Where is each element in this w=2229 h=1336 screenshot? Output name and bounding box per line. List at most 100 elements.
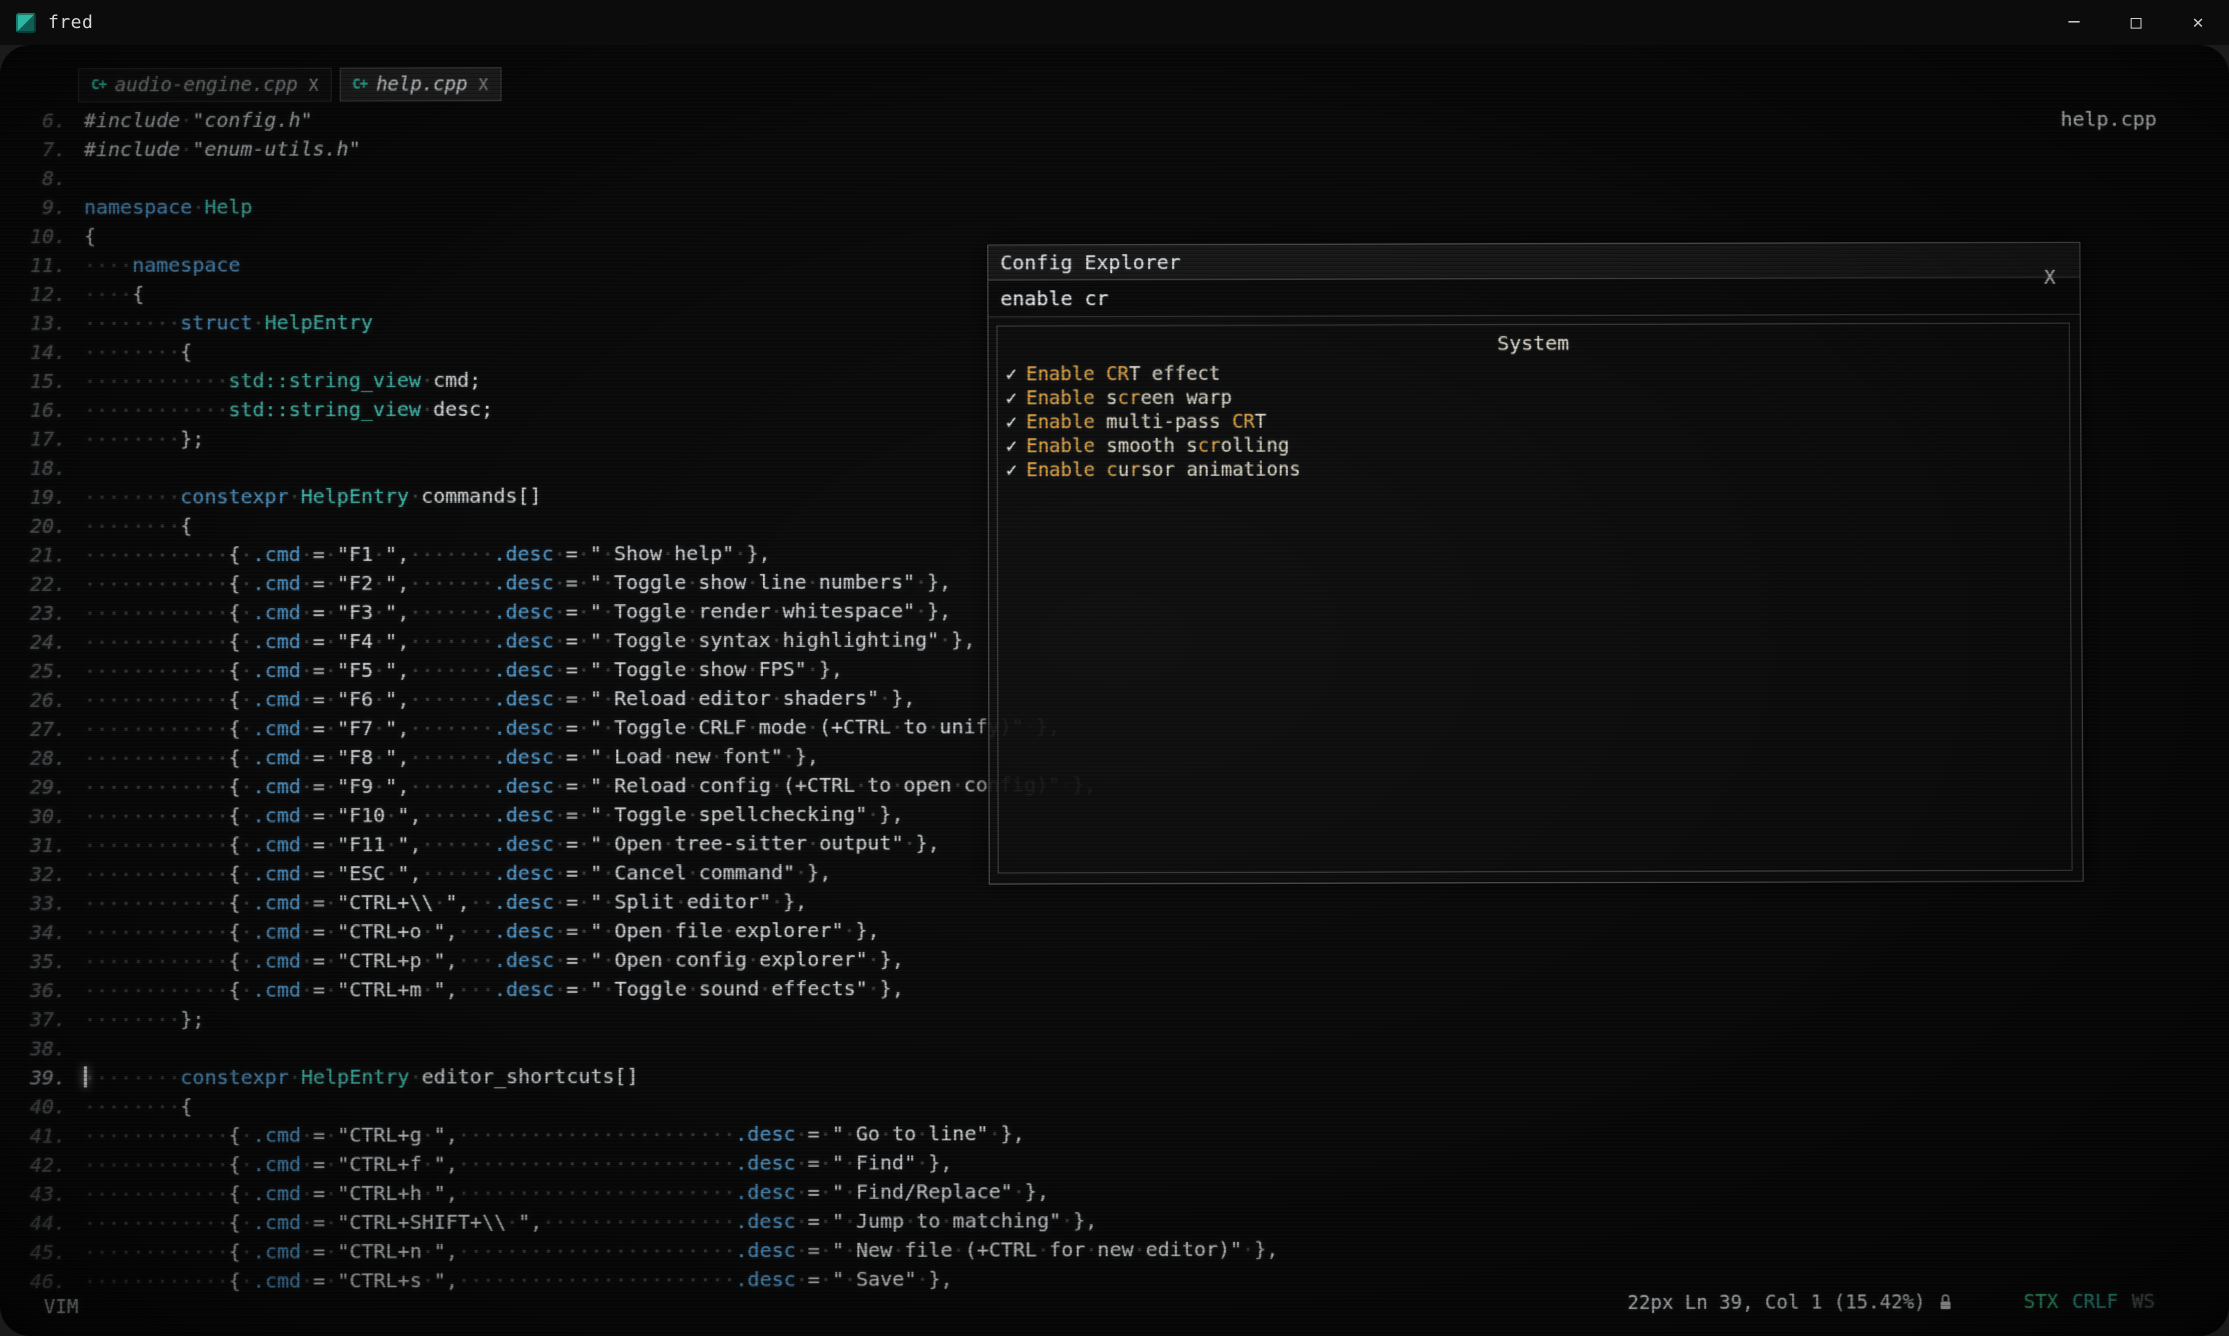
config-items: ✓Enable CRT effect✓Enable screen warp✓En…: [998, 360, 2070, 483]
tab-help.cpp[interactable]: C+ help.cpp X: [339, 67, 501, 101]
line-number: 15.: [18, 367, 66, 396]
status-flag-crlf: CRLF: [2072, 1291, 2118, 1313]
line-code: ········};: [84, 1005, 205, 1034]
line-number: 41.: [18, 1122, 66, 1151]
line-number: 6.: [18, 106, 66, 135]
line-number: 43.: [18, 1180, 66, 1209]
line-number: 7.: [18, 135, 66, 164]
config-search-input[interactable]: enable cr: [988, 278, 2079, 318]
config-item-text: een warp: [1140, 387, 1232, 409]
line-number: 17.: [18, 425, 66, 454]
maximize-button[interactable]: □: [2105, 0, 2167, 45]
line-code: ············{·.cmd·=·"F7·",·······.desc·…: [84, 712, 1060, 744]
line-number: 38.: [18, 1034, 66, 1063]
tab-close-icon[interactable]: X: [309, 75, 319, 94]
line-code: ············{·.cmd·=·"F1·",·······.desc·…: [84, 539, 771, 570]
config-item-text: cr: [1198, 435, 1221, 457]
line-number: 14.: [18, 338, 66, 367]
config-item-text: [1095, 363, 1107, 385]
line-number: 16.: [18, 396, 66, 425]
checkbox-checked-icon: ✓: [1006, 363, 1017, 385]
line-number: 42.: [18, 1151, 66, 1180]
close-button[interactable]: ✕: [2167, 0, 2229, 45]
line-number: 22.: [18, 570, 66, 599]
line-code: ············{·.cmd·=·"F4·",·······.desc·…: [84, 625, 975, 656]
line-code: ········constexpr·HelpEntry·editor_short…: [84, 1062, 639, 1093]
config-item-text: CR: [1232, 411, 1255, 433]
checkbox-checked-icon: ✓: [1006, 435, 1018, 457]
line-code: ············{·.cmd·=·"F3·",·······.desc·…: [84, 596, 951, 627]
config-item-text: multi-pass: [1095, 411, 1232, 433]
status-flags: STX CRLF WS: [2010, 1291, 2155, 1313]
config-item-text: Enable: [1026, 411, 1095, 433]
config-item-text: olling: [1221, 435, 1290, 457]
line-number: 24.: [18, 628, 66, 657]
tab-audio-engine.cpp[interactable]: C+audio-engine.cppX: [78, 68, 331, 103]
line-number: 46.: [18, 1267, 66, 1296]
text-cursor: [84, 1066, 87, 1087]
line-number: 32.: [18, 860, 66, 889]
status-flag-stx: STX: [2024, 1291, 2059, 1313]
config-item[interactable]: ✓Enable screen warp: [998, 384, 2070, 411]
config-item[interactable]: ✓ Enable multi-pass CRT: [998, 408, 2070, 435]
line-code: ············{·.cmd·=·"F8·",·······.desc·…: [84, 742, 819, 773]
line-code: ············{·.cmd·=·"CTRL+SHIFT+\\·",··…: [84, 1206, 1097, 1238]
line-code: ········{: [84, 1092, 193, 1121]
config-item-text: cr: [1118, 387, 1141, 409]
line-number: 29.: [18, 773, 66, 802]
line-code: ············{·.cmd·=·"CTRL+n·",·········…: [84, 1235, 1278, 1267]
cpp-file-icon: C+: [352, 77, 367, 93]
status-flag-ws: WS: [2132, 1291, 2155, 1313]
line-code: ············{·.cmd·=·"CTRL+s·",·········…: [84, 1265, 953, 1296]
tab-close-icon[interactable]: X: [478, 75, 488, 94]
line-number: 12.: [18, 280, 66, 309]
line-code: ············{·.cmd·=·"F11·",······.desc·…: [84, 829, 940, 860]
line-number: 26.: [18, 686, 66, 715]
line-number: 45.: [18, 1238, 66, 1267]
title-bar: fred ─ □ ✕: [0, 0, 2229, 45]
config-item-text: s: [1095, 387, 1118, 409]
line-number: 35.: [18, 947, 66, 976]
editor-screen: C+audio-engine.cppXC+help.cppX help.cpp …: [0, 45, 2229, 1336]
checkbox-checked-icon: ✓: [1006, 411, 1018, 433]
line-code: ············{·.cmd·=·"F10·",······.desc·…: [84, 800, 904, 831]
config-item-text: Enable: [1026, 387, 1095, 409]
config-close-button[interactable]: X: [2044, 267, 2056, 289]
config-item-text: Enable: [1026, 435, 1095, 457]
line-code: {: [84, 222, 96, 251]
line-number: 8.: [18, 164, 66, 193]
line-number: 19.: [18, 483, 66, 512]
app-icon: [16, 13, 36, 33]
config-item[interactable]: ✓Enable smooth scrolling: [998, 432, 2070, 459]
minimize-button[interactable]: ─: [2043, 0, 2105, 45]
lock-icon: [1938, 1293, 1954, 1311]
line-number: 9.: [18, 193, 66, 222]
line-code: ············{·.cmd·=·"CTRL+p·",···.desc·…: [84, 945, 904, 976]
config-section-header: System: [997, 330, 2068, 357]
filename-badge: help.cpp: [2060, 107, 2156, 131]
line-number: 25.: [18, 657, 66, 686]
line-number: 23.: [18, 599, 66, 628]
line-number: 30.: [18, 802, 66, 831]
cpp-file-icon: C+: [91, 77, 106, 93]
line-code: #include·"enum-utils.h": [84, 134, 361, 164]
line-number: 39.: [18, 1063, 66, 1092]
config-item-text: T effect: [1129, 363, 1221, 385]
line-code: ········constexpr·HelpEntry·commands[]: [84, 482, 542, 512]
line-number: 11.: [18, 251, 66, 280]
config-item[interactable]: ✓Enable CRT effect: [998, 360, 2070, 387]
status-info: 22px Ln 39, Col 1 (15.42%): [1627, 1291, 1925, 1314]
line-number: 33.: [18, 889, 66, 918]
config-item-text: [1095, 459, 1107, 481]
config-item-text: T: [1255, 411, 1267, 433]
tab-label: help.cpp: [376, 73, 467, 95]
line-number: 36.: [18, 976, 66, 1005]
checkbox-checked-icon: ✓: [1006, 459, 1018, 481]
line-code: ············{·.cmd·=·"CTRL+g·",·········…: [84, 1119, 1025, 1151]
line-number: 28.: [18, 744, 66, 773]
config-explorer-panel: Config Explorer enable cr X System ✓Enab…: [987, 242, 2083, 885]
config-item[interactable]: ✓Enable cursor animations: [998, 456, 2070, 483]
line-code: ····{: [84, 280, 144, 309]
line-code: ············std::string_view·cmd;: [84, 366, 481, 396]
config-item-text: Enable: [1026, 363, 1095, 385]
